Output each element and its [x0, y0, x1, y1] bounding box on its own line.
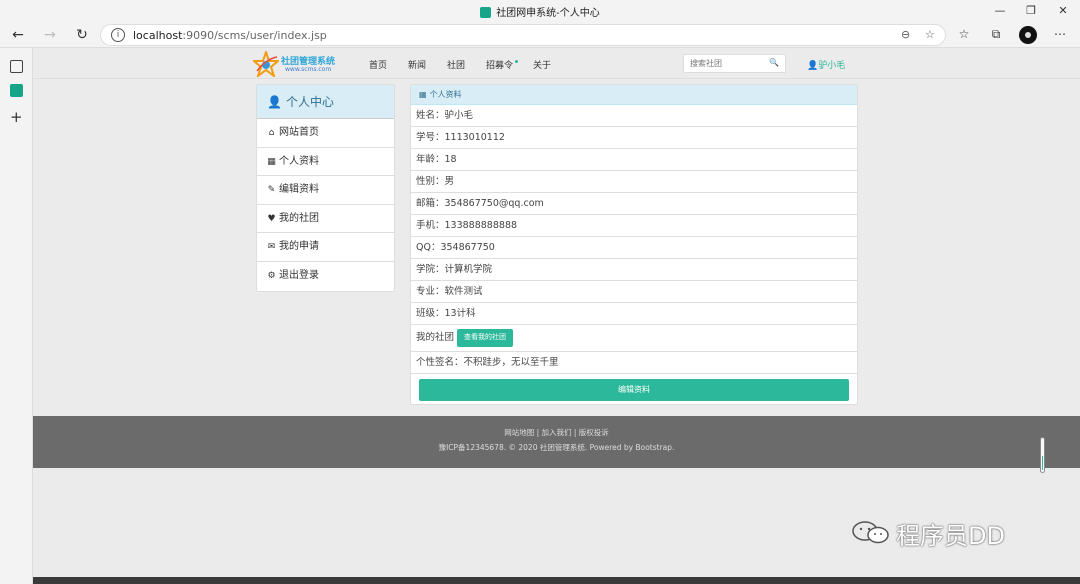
footer-links[interactable]: 网站地图 | 加入我们 | 版权投诉: [33, 427, 1080, 438]
profile-panel: ▦ 个人资料 姓名：驴小毛 学号：1113010112 年龄：18 性别：男 邮箱…: [410, 84, 858, 405]
window-titlebar: 社团网申系统-个人中心 — ❐ ✕: [0, 0, 1080, 22]
forward-button[interactable]: →: [38, 25, 62, 45]
view-my-clubs-button[interactable]: 查看我的社团: [457, 328, 514, 347]
zoom-icon[interactable]: ⊖: [901, 28, 910, 41]
windows-icon: ▦: [267, 156, 276, 167]
edit-profile-button[interactable]: 编辑资料: [419, 379, 849, 401]
user-center-menu: 👤 个人中心 ⌂ 网站首页 ▦ 个人资料 ✎ 编辑资料 ♥ 我的社团 ✉ 我的申请 ⚙ 退出登…: [256, 84, 395, 292]
more-menu-icon[interactable]: ⋯: [1050, 27, 1070, 45]
profile-avatar[interactable]: [1019, 26, 1037, 44]
heart-icon: ♥: [267, 213, 276, 224]
new-dot-icon: [515, 60, 519, 63]
envelope-icon: ✉: [267, 242, 276, 253]
nav-home[interactable]: 首页: [369, 58, 387, 71]
footer-copyright: 豫ICP备12345678. © 2020 社团管理系统. Powered by…: [438, 443, 675, 452]
sidebar-item-logout[interactable]: ⚙ 退出登录: [257, 262, 394, 291]
wechat-icon: [852, 521, 889, 544]
page-viewport: 社团管理系统 www.scms.com 首页 新闻 社团 招募令 关于 🔍 👤驴…: [33, 48, 1080, 584]
minimize-button[interactable]: —: [985, 2, 1015, 20]
address-bar[interactable]: i localhost:9090/scms/user/index.jsp ⊖ ☆: [100, 24, 946, 46]
window-title-area: 社团网申系统-个人中心: [0, 4, 1080, 19]
sidebar-item-home[interactable]: ⌂ 网站首页: [257, 119, 394, 148]
sidebar-item-my-clubs[interactable]: ♥ 我的社团: [257, 205, 394, 234]
club-search: 🔍: [683, 54, 786, 73]
watermark: 程序员DD: [850, 512, 1050, 552]
profile-student-id: 学号：1113010112: [411, 127, 857, 149]
sidebar-item-applications[interactable]: ✉ 我的申请: [257, 233, 394, 262]
restore-button[interactable]: ❐: [1016, 2, 1046, 20]
user-menu[interactable]: 👤驴小毛: [807, 58, 845, 71]
nav-about[interactable]: 关于: [533, 58, 551, 71]
profile-name: 姓名：驴小毛: [411, 105, 857, 127]
profile-age: 年龄：18: [411, 149, 857, 171]
back-button[interactable]: ←: [6, 25, 30, 45]
close-window-button[interactable]: ✕: [1048, 2, 1078, 20]
gear-icon: ⚙: [267, 270, 276, 281]
reload-button[interactable]: ↻: [70, 25, 94, 45]
url-text: localhost:9090/scms/user/index.jsp: [133, 29, 327, 42]
new-tab-icon[interactable]: +: [10, 108, 23, 126]
site-logo[interactable]: 社团管理系统 www.scms.com: [253, 51, 343, 77]
favorite-star-icon[interactable]: ☆: [925, 28, 935, 41]
profile-signature: 个性签名：不积跬步，无以至千里: [411, 352, 857, 374]
sidebar-item-profile[interactable]: ▦ 个人资料: [257, 148, 394, 177]
logo-star-icon: [253, 51, 279, 77]
site-footer: 网站地图 | 加入我们 | 版权投诉 豫ICP备12345678. © 2020…: [33, 416, 1080, 468]
taskbar-strip: [33, 577, 1080, 584]
profile-my-clubs: 我的社团 查看我的社团: [411, 325, 857, 352]
vertical-tab-strip: +: [0, 48, 33, 584]
profile-phone: 手机：133888888888: [411, 215, 857, 237]
nav-clubs[interactable]: 社团: [447, 58, 465, 71]
nav-news[interactable]: 新闻: [408, 58, 426, 71]
collections-icon[interactable]: ⧉: [986, 27, 1006, 45]
profile-major: 专业：软件测试: [411, 281, 857, 303]
site-info-icon[interactable]: i: [111, 28, 125, 42]
profile-gender: 性别：男: [411, 171, 857, 193]
windows-icon: ▦: [419, 90, 427, 99]
profile-college: 学院：计算机学院: [411, 259, 857, 281]
profile-class: 班级：13计科: [411, 303, 857, 325]
logo-subtext: www.scms.com: [285, 66, 332, 73]
sidebar-item-edit[interactable]: ✎ 编辑资料: [257, 176, 394, 205]
window-title: 社团网申系统-个人中心: [496, 8, 600, 19]
nav-recruit[interactable]: 招募令: [486, 58, 519, 71]
active-tab-icon[interactable]: [10, 84, 23, 97]
profile-qq: QQ：354867750: [411, 237, 857, 259]
profile-email: 邮箱：354867750@qq.com: [411, 193, 857, 215]
watermark-text: 程序员DD: [896, 522, 1005, 550]
tab-actions-icon[interactable]: [10, 60, 23, 73]
user-icon: 👤: [267, 95, 282, 109]
edit-icon: ✎: [267, 185, 276, 196]
page-scrollbar[interactable]: [1040, 437, 1045, 473]
favorites-icon[interactable]: ☆: [954, 27, 974, 45]
home-icon: ⌂: [268, 128, 275, 138]
search-icon[interactable]: 🔍: [769, 58, 779, 67]
menu-header: 👤 个人中心: [257, 85, 394, 119]
browser-toolbar: ← → ↻ i localhost:9090/scms/user/index.j…: [0, 22, 1080, 48]
user-icon: 👤: [807, 61, 819, 71]
profile-panel-header: ▦ 个人资料: [411, 85, 857, 105]
search-input[interactable]: [684, 55, 769, 72]
site-favicon-icon: [480, 7, 492, 18]
site-navbar: 社团管理系统 www.scms.com 首页 新闻 社团 招募令 关于 🔍 👤驴…: [33, 48, 1080, 79]
